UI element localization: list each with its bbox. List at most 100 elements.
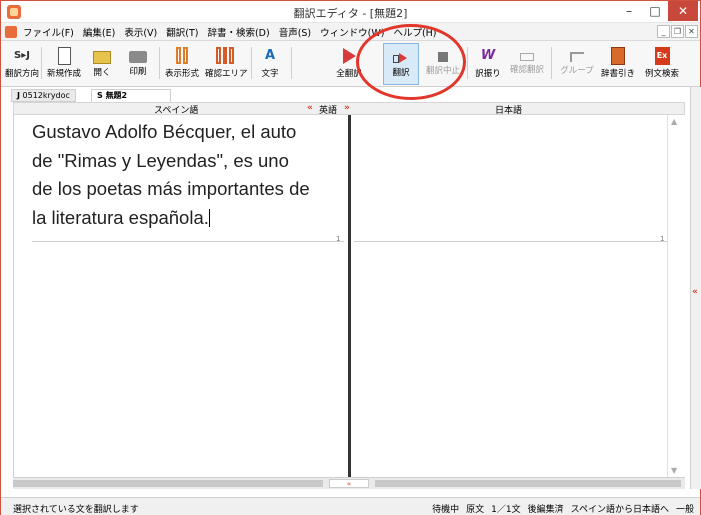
group-button[interactable]: グループ (557, 43, 597, 85)
source-line: de "Rimas y Leyendas", es uno (32, 149, 289, 171)
toolbar-label: 表示形式 (164, 69, 199, 79)
translation-assign-icon: W (480, 48, 496, 63)
expand-panel-icon[interactable]: « (692, 287, 698, 297)
side-panel-toggle[interactable]: « (690, 87, 701, 489)
status-source-label: 原文 (466, 505, 485, 515)
scroll-down-icon[interactable]: ▼ (671, 466, 677, 475)
confirm-area-button[interactable]: 確認エリア (205, 43, 248, 85)
translate-all-icon (342, 48, 356, 64)
source-text[interactable]: Gustavo Adolfo Bécquer, el auto de "Rima… (32, 118, 352, 232)
example-search-icon: Ex (654, 47, 670, 65)
toolbar: S▸J 翻訳方向 新規作成 開く 印刷 表示形式 確認エリア A 文字 全翻訳 … (1, 41, 700, 87)
close-button[interactable]: ✕ (668, 1, 698, 21)
toolbar-separator (159, 47, 160, 79)
status-position: 1／1文 (491, 505, 521, 515)
translation-editor-window: 翻訳エディタ - [無題2] – □ ✕ ファイル(F) 編集(E) 表示(V)… (0, 0, 701, 515)
target-pane[interactable] (352, 115, 674, 477)
toolbar-label: 印刷 (129, 67, 147, 77)
toolbar-separator (467, 47, 468, 79)
dictionary-lookup-icon (611, 47, 625, 65)
menu-file[interactable]: ファイル(F) (23, 25, 74, 39)
tab-document-2[interactable]: S 無題2 (91, 89, 171, 102)
horizontal-scrollbar-right[interactable] (375, 480, 681, 487)
tab-document-1[interactable]: J 0512krydoc (11, 89, 76, 102)
document-tabs: J 0512krydoc S 無題2 (11, 88, 691, 102)
new-document-button[interactable]: 新規作成 (45, 43, 83, 85)
menu-view[interactable]: 表示(V) (124, 25, 157, 39)
font-button[interactable]: A 文字 (257, 43, 283, 85)
menu-voice[interactable]: 音声(S) (279, 25, 311, 39)
window-title: 翻訳エディタ - [無題2] (293, 7, 408, 20)
source-line: la literatura española. (32, 206, 209, 228)
confirm-translate-button[interactable]: 確認翻訳 (507, 43, 547, 85)
translation-assign-button[interactable]: W 訳振り (473, 43, 503, 85)
scroll-up-icon[interactable]: ▲ (671, 117, 677, 126)
toolbar-label: 確認エリア (205, 69, 248, 79)
dictionary-lookup-button[interactable]: 辞書引き (599, 43, 637, 85)
tab-prefix: J (17, 91, 20, 100)
status-hint: 選択されている文を翻訳します (13, 505, 139, 515)
status-state: 待機中 (432, 505, 460, 515)
sentence-number-target: 1 (660, 235, 665, 243)
menu-edit[interactable]: 編集(E) (83, 25, 115, 39)
menu-dictionary[interactable]: 辞書・検索(D) (207, 25, 269, 39)
open-folder-icon (93, 51, 111, 64)
tab-label: 無題2 (105, 91, 128, 100)
toolbar-separator (251, 47, 252, 79)
toolbar-separator (551, 47, 552, 79)
confirm-translate-icon (520, 53, 534, 61)
open-button[interactable]: 開く (87, 43, 117, 85)
editor-panes: Gustavo Adolfo Bécquer, el auto de "Rima… (13, 115, 685, 477)
mdi-close-button[interactable]: ✕ (685, 25, 698, 38)
title-bar: 翻訳エディタ - [無題2] – □ ✕ (1, 1, 700, 23)
horizontal-scrollbar-left[interactable] (13, 480, 323, 487)
mdi-restore-button[interactable]: ❐ (671, 25, 684, 38)
toolbar-label: 文字 (261, 69, 279, 79)
translation-direction-button[interactable]: S▸J 翻訳方向 (5, 43, 39, 85)
toolbar-separator (291, 47, 292, 79)
vertical-scrollbar[interactable]: ▲ ▼ (667, 115, 685, 477)
minimize-button[interactable]: – (616, 1, 642, 21)
column-headers: スペイン語 « 英語 » 日本語 (13, 102, 685, 116)
sentence-separator (354, 241, 672, 242)
source-pane[interactable]: Gustavo Adolfo Bécquer, el auto de "Rima… (30, 115, 348, 477)
status-direction: スペイン語から日本語へ (570, 505, 669, 515)
source-line: Gustavo Adolfo Bécquer, el auto (32, 121, 297, 142)
maximize-button[interactable]: □ (642, 1, 668, 21)
menu-bar: ファイル(F) 編集(E) 表示(V) 翻訳(T) 辞書・検索(D) 音声(S)… (1, 23, 700, 41)
confirm-area-icon (216, 47, 235, 65)
splitter-handle[interactable]: « (329, 479, 369, 488)
tab-prefix: S (97, 91, 103, 100)
source-line: de los poetas más importantes de (32, 178, 310, 199)
document-menu-icon[interactable] (5, 26, 17, 38)
toolbar-label: 訳振り (475, 69, 501, 79)
sj-direction-icon: S▸J (14, 50, 30, 61)
status-mode: 一般 (675, 505, 694, 515)
group-icon (570, 52, 584, 62)
toolbar-label: グループ (560, 66, 594, 76)
toolbar-label: 例文検索 (644, 69, 679, 79)
mdi-minimize-button[interactable]: _ (657, 25, 670, 38)
pane-divider[interactable] (348, 115, 351, 477)
print-button[interactable]: 印刷 (123, 43, 153, 85)
toolbar-label: 開く (93, 68, 111, 78)
collapse-left-icon[interactable]: « (307, 103, 313, 113)
sentence-number-source: 1 (336, 235, 341, 243)
status-edited: 後編集済 (527, 505, 564, 515)
printer-icon (129, 51, 147, 63)
new-document-icon (57, 47, 71, 65)
toolbar-label: 新規作成 (46, 69, 81, 79)
status-bar: 選択されている文を翻訳します 待機中 原文 1／1文 後編集済 スペイン語から日… (1, 497, 700, 515)
sentence-separator (32, 241, 344, 242)
collapse-right-icon[interactable]: » (344, 103, 350, 113)
display-format-button[interactable]: 表示形式 (163, 43, 201, 85)
toolbar-separator (41, 47, 42, 79)
example-search-button[interactable]: Ex 例文検索 (641, 43, 683, 85)
tab-label: 0512krydoc (22, 91, 70, 100)
toolbar-label: 翻訳方向 (5, 69, 40, 79)
horizontal-splitter[interactable]: « (13, 477, 685, 489)
menu-translate[interactable]: 翻訳(T) (166, 25, 198, 39)
font-icon: A (264, 48, 276, 63)
display-format-icon (173, 47, 191, 65)
text-caret (208, 208, 210, 227)
